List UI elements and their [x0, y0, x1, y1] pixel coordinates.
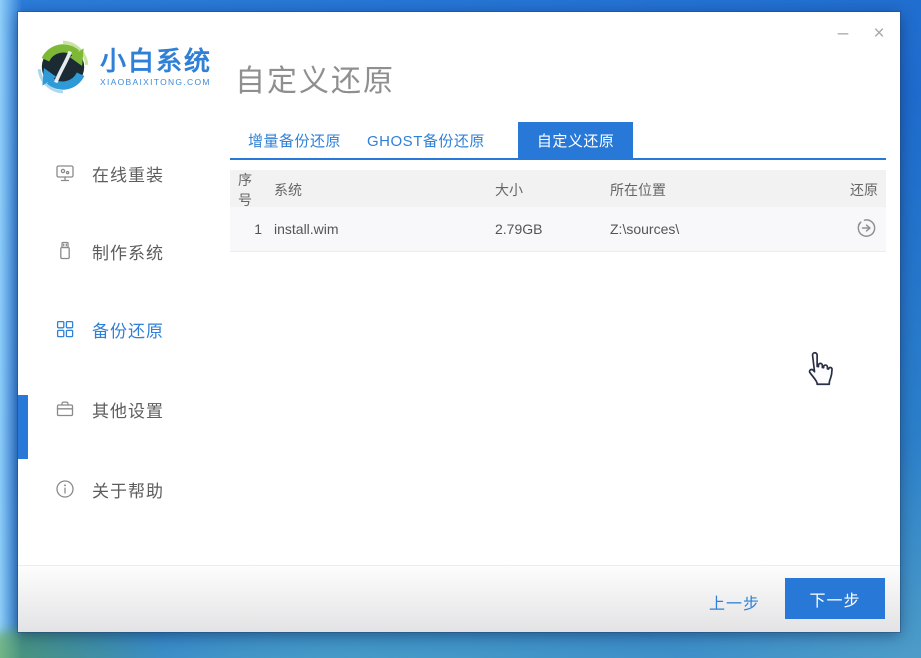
col-header-size: 大小 — [495, 180, 610, 200]
next-step-button[interactable]: 下一步 — [785, 578, 885, 619]
restore-icon — [855, 216, 878, 239]
sidebar-item-online-reinstall[interactable]: 在线重装 — [18, 158, 230, 188]
sidebar-item-label: 其他设置 — [92, 397, 164, 422]
sidebar: 在线重装 制作系统 备份还原 — [18, 114, 230, 632]
monitor-icon — [54, 162, 76, 184]
sidebar-item-label: 备份还原 — [92, 317, 164, 342]
usb-drive-icon — [54, 240, 76, 262]
sidebar-item-other-settings[interactable]: 其他设置 — [18, 394, 230, 424]
logo-text: 小白系统 XIAOBAIXITONG.COM — [100, 47, 212, 88]
sidebar-item-make-system[interactable]: 制作系统 — [18, 236, 230, 266]
col-header-restore: 还原 — [832, 180, 886, 200]
tab-bar: 增量备份还原 GHOST备份还原 自定义还原 — [230, 122, 886, 160]
footer-bar: 上一步 下一步 — [18, 565, 900, 632]
backup-table: 序号 系统 大小 所在位置 还原 1 install.wim 2.79GB Z:… — [230, 170, 886, 252]
tab-custom-restore[interactable]: 自定义还原 — [518, 122, 634, 158]
logo-name: 小白系统 — [100, 47, 212, 76]
cell-location: Z:\sources\ — [610, 221, 832, 237]
table-row[interactable]: 1 install.wim 2.79GB Z:\sources\ — [230, 207, 886, 252]
app-header: 小白系统 XIAOBAIXITONG.COM 自定义还原 — [18, 12, 900, 114]
cell-system: install.wim — [274, 221, 495, 237]
cell-index: 1 — [230, 221, 274, 237]
content-area: 增量备份还原 GHOST备份还原 自定义还原 序号 系统 大小 所在位置 还原 … — [230, 114, 886, 565]
sidebar-item-about-help[interactable]: 关于帮助 — [18, 474, 230, 504]
prev-step-button[interactable]: 上一步 — [709, 590, 760, 614]
table-header-row: 序号 系统 大小 所在位置 还原 — [230, 170, 886, 207]
logo-domain: XIAOBAIXITONG.COM — [100, 77, 212, 87]
sidebar-item-backup-restore[interactable]: 备份还原 — [18, 314, 230, 344]
tab-incremental-backup-restore[interactable]: 增量备份还原 — [248, 122, 341, 158]
desktop-background: – × 小白系统 XIAOBAIXITONG.COM — [0, 0, 921, 658]
briefcase-icon — [54, 398, 76, 420]
cell-size: 2.79GB — [495, 221, 610, 237]
sidebar-item-label: 在线重装 — [92, 161, 164, 186]
grid-icon — [54, 318, 76, 340]
cell-restore-action — [832, 216, 886, 243]
window-controls: – × — [832, 22, 890, 44]
logo-icon — [32, 36, 94, 98]
minimize-button[interactable]: – — [832, 22, 854, 44]
app-logo: 小白系统 XIAOBAIXITONG.COM — [32, 36, 212, 98]
page-title: 自定义还原 — [235, 56, 395, 100]
app-window: – × 小白系统 XIAOBAIXITONG.COM — [18, 12, 900, 632]
sidebar-item-label: 制作系统 — [92, 239, 164, 264]
col-header-location: 所在位置 — [610, 180, 832, 200]
col-header-index: 序号 — [230, 170, 274, 210]
tab-ghost-backup-restore[interactable]: GHOST备份还原 — [367, 122, 485, 158]
close-button[interactable]: × — [868, 22, 890, 44]
sidebar-item-label: 关于帮助 — [92, 477, 164, 502]
restore-button[interactable] — [854, 216, 878, 240]
col-header-system: 系统 — [274, 180, 495, 200]
info-icon — [54, 478, 76, 500]
